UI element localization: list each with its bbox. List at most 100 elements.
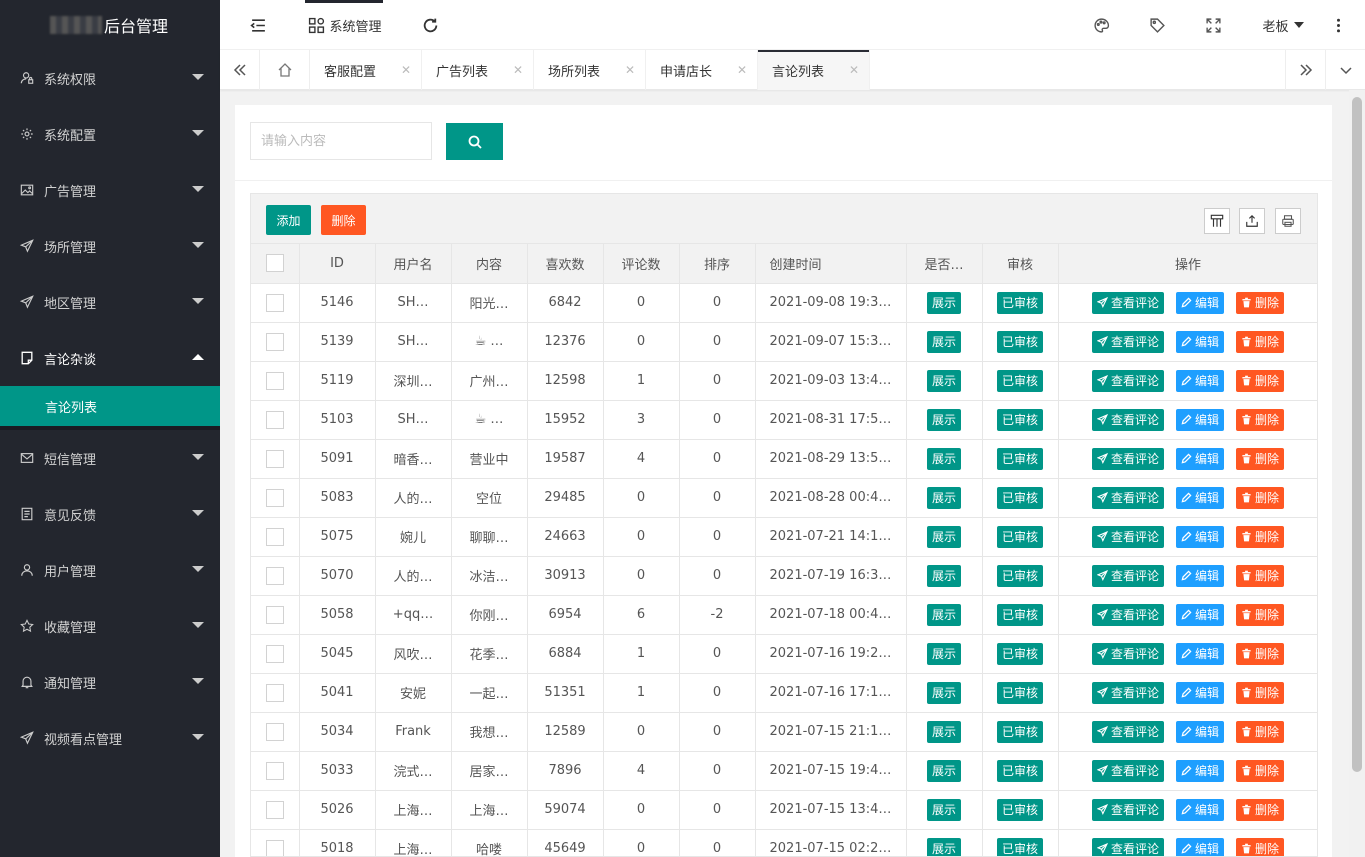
sidebar-item-2[interactable]: 广告管理 — [0, 162, 220, 218]
reviewed-button[interactable]: 已审核 — [996, 369, 1043, 392]
view-comments-button[interactable]: 查看评论 — [1091, 525, 1164, 548]
column-header-user[interactable]: 用户名 — [375, 244, 452, 284]
row-checkbox[interactable] — [265, 683, 284, 702]
reviewed-button[interactable]: 已审核 — [996, 291, 1043, 314]
tab-2[interactable]: 场所列表 ✕ — [534, 50, 646, 90]
reviewed-button[interactable]: 已审核 — [996, 603, 1043, 626]
row-delete-button[interactable]: 删除 — [1236, 603, 1285, 626]
reviewed-button[interactable]: 已审核 — [996, 447, 1043, 470]
edit-button[interactable]: 编辑 — [1175, 486, 1224, 509]
row-checkbox[interactable] — [265, 761, 284, 780]
search-button[interactable] — [446, 123, 503, 160]
column-header-likes[interactable]: 喜欢数 — [527, 244, 604, 284]
view-comments-button[interactable]: 查看评论 — [1091, 603, 1164, 626]
row-checkbox[interactable] — [265, 488, 284, 507]
print-icon[interactable] — [1275, 208, 1301, 234]
edit-button[interactable]: 编辑 — [1175, 720, 1224, 743]
row-checkbox[interactable] — [265, 371, 284, 390]
row-delete-button[interactable]: 删除 — [1236, 759, 1285, 782]
view-comments-button[interactable]: 查看评论 — [1091, 681, 1164, 704]
row-checkbox[interactable] — [265, 527, 284, 546]
scrollbar-thumb[interactable] — [1352, 97, 1362, 772]
show-button[interactable]: 展示 — [926, 486, 961, 509]
reviewed-button[interactable]: 已审核 — [996, 837, 1043, 856]
tabs-scroll-right-icon[interactable] — [1285, 50, 1325, 90]
show-button[interactable]: 展示 — [926, 447, 961, 470]
show-button[interactable]: 展示 — [926, 720, 961, 743]
row-delete-button[interactable]: 删除 — [1236, 330, 1285, 353]
edit-button[interactable]: 编辑 — [1175, 564, 1224, 587]
select-all-checkbox[interactable] — [265, 254, 284, 273]
row-checkbox[interactable] — [265, 839, 284, 856]
row-delete-button[interactable]: 删除 — [1236, 798, 1285, 821]
row-delete-button[interactable]: 删除 — [1236, 408, 1285, 431]
sidebar-item-3[interactable]: 场所管理 — [0, 218, 220, 274]
sidebar-item-11[interactable]: 视频看点管理 — [0, 710, 220, 766]
row-checkbox[interactable] — [265, 722, 284, 741]
columns-filter-icon[interactable] — [1204, 208, 1230, 234]
reviewed-button[interactable]: 已审核 — [996, 681, 1043, 704]
system-management-button[interactable]: 系统管理 — [305, 0, 385, 50]
reviewed-button[interactable]: 已审核 — [996, 486, 1043, 509]
row-delete-button[interactable]: 删除 — [1236, 525, 1285, 548]
view-comments-button[interactable]: 查看评论 — [1091, 408, 1164, 431]
export-icon[interactable] — [1239, 208, 1265, 234]
search-input[interactable] — [250, 122, 432, 160]
edit-button[interactable]: 编辑 — [1175, 837, 1224, 856]
row-delete-button[interactable]: 删除 — [1236, 447, 1285, 470]
row-delete-button[interactable]: 删除 — [1236, 369, 1285, 392]
sidebar-item-10[interactable]: 通知管理 — [0, 654, 220, 710]
show-button[interactable]: 展示 — [926, 681, 961, 704]
tab-4[interactable]: 言论列表 ✕ — [758, 50, 870, 90]
reviewed-button[interactable]: 已审核 — [996, 525, 1043, 548]
reviewed-button[interactable]: 已审核 — [996, 330, 1043, 353]
view-comments-button[interactable]: 查看评论 — [1091, 642, 1164, 665]
show-button[interactable]: 展示 — [926, 525, 961, 548]
reviewed-button[interactable]: 已审核 — [996, 564, 1043, 587]
row-delete-button[interactable]: 删除 — [1236, 486, 1285, 509]
column-header-visible[interactable]: 是否… — [906, 244, 983, 284]
view-comments-button[interactable]: 查看评论 — [1091, 564, 1164, 587]
column-header-id[interactable]: ID — [299, 244, 376, 284]
reviewed-button[interactable]: 已审核 — [996, 798, 1043, 821]
tabs-dropdown-icon[interactable] — [1325, 50, 1365, 90]
tab-close-icon[interactable]: ✕ — [401, 63, 411, 77]
reviewed-button[interactable]: 已审核 — [996, 642, 1043, 665]
row-checkbox[interactable] — [265, 449, 284, 468]
tab-close-icon[interactable]: ✕ — [737, 63, 747, 77]
sidebar-subitem-0[interactable]: 言论列表 — [0, 386, 220, 426]
page-scrollbar[interactable] — [1349, 90, 1365, 857]
add-button[interactable]: 添加 — [266, 205, 311, 235]
sidebar-item-7[interactable]: 意见反馈 — [0, 486, 220, 542]
view-comments-button[interactable]: 查看评论 — [1091, 447, 1164, 470]
column-header-sort[interactable]: 排序 — [679, 244, 756, 284]
row-checkbox[interactable] — [265, 410, 284, 429]
show-button[interactable]: 展示 — [926, 798, 961, 821]
sidebar-item-0[interactable]: 系统权限 — [0, 50, 220, 106]
view-comments-button[interactable]: 查看评论 — [1091, 720, 1164, 743]
row-delete-button[interactable]: 删除 — [1236, 564, 1285, 587]
row-checkbox[interactable] — [265, 644, 284, 663]
view-comments-button[interactable]: 查看评论 — [1091, 759, 1164, 782]
column-header-comments[interactable]: 评论数 — [603, 244, 680, 284]
edit-button[interactable]: 编辑 — [1175, 525, 1224, 548]
show-button[interactable]: 展示 — [926, 603, 961, 626]
row-checkbox[interactable] — [265, 566, 284, 585]
tab-close-icon[interactable]: ✕ — [625, 63, 635, 77]
sidebar-item-1[interactable]: 系统配置 — [0, 106, 220, 162]
tabs-scroll-left-icon[interactable] — [220, 50, 260, 90]
row-checkbox[interactable] — [265, 293, 284, 312]
view-comments-button[interactable]: 查看评论 — [1091, 486, 1164, 509]
view-comments-button[interactable]: 查看评论 — [1091, 837, 1164, 856]
edit-button[interactable]: 编辑 — [1175, 330, 1224, 353]
column-header-content[interactable]: 内容 — [451, 244, 528, 284]
reviewed-button[interactable]: 已审核 — [996, 759, 1043, 782]
row-delete-button[interactable]: 删除 — [1236, 720, 1285, 743]
edit-button[interactable]: 编辑 — [1175, 681, 1224, 704]
edit-button[interactable]: 编辑 — [1175, 603, 1224, 626]
sidebar-item-8[interactable]: 用户管理 — [0, 542, 220, 598]
show-button[interactable]: 展示 — [926, 564, 961, 587]
edit-button[interactable]: 编辑 — [1175, 291, 1224, 314]
row-delete-button[interactable]: 删除 — [1236, 291, 1285, 314]
edit-button[interactable]: 编辑 — [1175, 642, 1224, 665]
